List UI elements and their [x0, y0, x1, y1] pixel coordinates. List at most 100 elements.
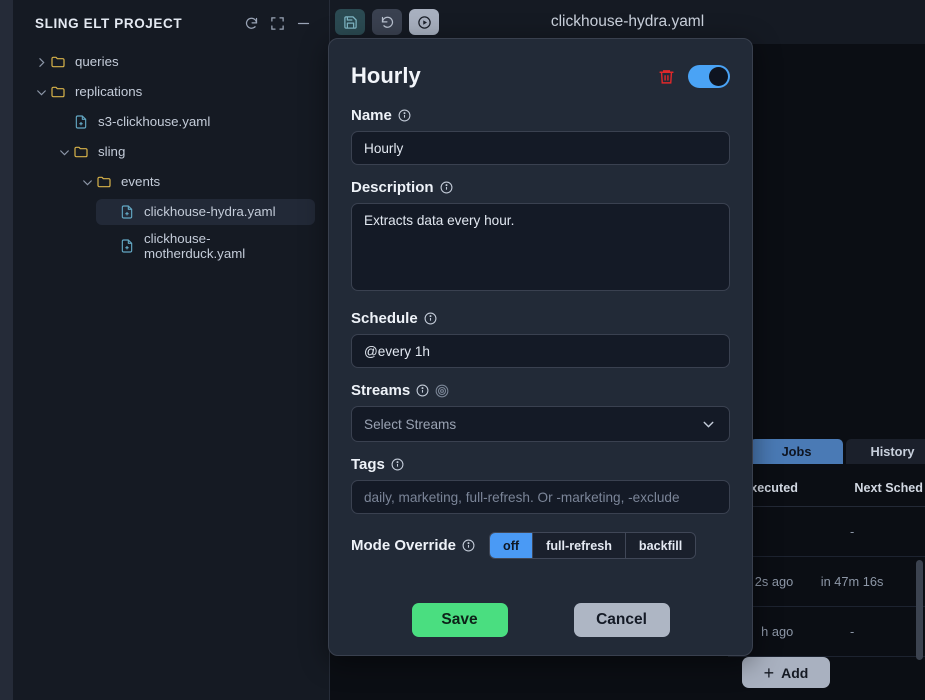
cancel-button[interactable]: Cancel [573, 603, 670, 637]
tags-label-row: Tags [351, 456, 730, 473]
description-textarea[interactable]: Extracts data every hour. [351, 203, 730, 291]
schedule-label: Schedule [351, 310, 418, 327]
tags-input[interactable] [351, 480, 730, 514]
jobs-table-body: - 2s ago in 47m 16s h ago - [728, 507, 925, 657]
folder-icon [95, 173, 113, 191]
jobs-table: Executed Next Sched - 2s ago in 47m 16s h a… [728, 469, 925, 657]
trash-icon[interactable] [658, 67, 675, 86]
cell-next-scheduled: - [849, 624, 855, 639]
description-label: Description [351, 179, 434, 196]
streams-placeholder: Select Streams [364, 416, 457, 432]
expand-icon[interactable] [270, 16, 285, 31]
table-row[interactable]: 2s ago in 47m 16s [728, 557, 925, 607]
tree-item-label: clickhouse-hydra.yaml [144, 204, 276, 220]
tab-history[interactable]: History [846, 439, 925, 464]
chevron-down-icon[interactable] [33, 84, 49, 100]
streams-select[interactable]: Select Streams [351, 406, 730, 442]
run-button[interactable] [409, 9, 439, 35]
folder-icon [72, 143, 90, 161]
tree-item-clickhouse-motherduck-yaml[interactable]: clickhouse- motherduck.yaml [96, 229, 315, 263]
dialog-header: Hourly [351, 61, 730, 89]
add-button-label: Add [781, 664, 809, 681]
info-icon[interactable] [398, 109, 411, 122]
field-tags: Tags [351, 456, 730, 514]
refresh-icon[interactable] [244, 16, 259, 31]
plus-icon: + [763, 662, 775, 683]
tree-item-label: sling [98, 144, 126, 160]
window-edge-strip [0, 0, 13, 700]
folder-icon [49, 83, 67, 101]
project-sidebar: SLING ELT PROJECT queries replications s… [13, 0, 330, 700]
mode-override-label: Mode Override [351, 537, 457, 554]
tab-jobs[interactable]: Jobs [750, 439, 843, 464]
tree-item-label: s3-clickhouse.yaml [98, 114, 211, 130]
jobs-table-header: Executed Next Sched [728, 469, 925, 507]
mode-override-label-row: Mode Override [351, 537, 475, 554]
tree-item-label: events [121, 174, 161, 190]
chevron-right-icon[interactable] [33, 54, 49, 70]
revert-button[interactable] [372, 9, 402, 35]
mode-override-segmented-control: off full-refresh backfill [489, 532, 697, 559]
tree-item-sling[interactable]: sling [50, 139, 315, 165]
chevron-down-icon [700, 416, 717, 433]
cell-next-scheduled: in 47m 16s [820, 574, 884, 589]
add-button[interactable]: + Add [742, 657, 830, 688]
name-label-row: Name [351, 107, 730, 124]
file-tree: queries replications s3-clickhouse.yaml sli… [13, 41, 329, 263]
tree-item-label: replications [75, 84, 143, 100]
description-label-row: Description [351, 179, 730, 196]
sidebar-header: SLING ELT PROJECT [13, 0, 329, 41]
mode-option-full-refresh[interactable]: full-refresh [533, 533, 626, 558]
sidebar-header-actions [244, 16, 311, 31]
enabled-toggle[interactable] [688, 64, 730, 88]
tree-item-replications[interactable]: replications [27, 79, 315, 105]
field-schedule: Schedule [351, 310, 730, 368]
dialog-header-actions [658, 64, 730, 88]
streams-label: Streams [351, 382, 411, 399]
table-row[interactable]: - [728, 507, 925, 557]
sidebar-title: SLING ELT PROJECT [35, 16, 183, 31]
name-label: Name [351, 107, 392, 124]
field-streams: Streams Select Streams [351, 382, 730, 442]
mode-option-backfill[interactable]: backfill [625, 533, 696, 558]
field-mode-override: Mode Override off full-refresh backfill [351, 532, 730, 559]
column-next-scheduled: Next Sched [854, 480, 923, 495]
collapse-icon[interactable] [296, 16, 311, 31]
info-icon[interactable] [440, 181, 453, 194]
name-input[interactable] [351, 131, 730, 165]
target-icon[interactable] [435, 384, 449, 398]
dialog-actions: Save Cancel [351, 603, 730, 637]
panel-scrollbar[interactable] [916, 560, 923, 616]
file-icon [72, 113, 90, 131]
toggle-knob [709, 66, 728, 86]
info-icon[interactable] [424, 312, 437, 325]
tree-item-label: queries [75, 54, 119, 70]
app-root: SLING ELT PROJECT queries replications s… [0, 0, 925, 700]
field-description: Description Extracts data every hour. [351, 179, 730, 296]
schedule-input[interactable] [351, 334, 730, 368]
mode-option-off[interactable]: off [490, 533, 534, 558]
info-icon[interactable] [416, 384, 429, 397]
tags-label: Tags [351, 456, 385, 473]
tree-item-queries[interactable]: queries [27, 49, 315, 75]
tree-item-label: clickhouse- motherduck.yaml [144, 230, 246, 261]
table-row[interactable]: h ago - [728, 607, 925, 657]
schedule-editor-dialog: Hourly Name Hourly Description Extracts … [328, 38, 753, 656]
field-name: Name [351, 107, 730, 165]
schedule-label-row: Schedule [351, 310, 730, 327]
chevron-down-icon[interactable] [79, 174, 95, 190]
jobs-tabs: Jobs History [750, 439, 925, 464]
info-icon[interactable] [462, 539, 475, 552]
save-file-button[interactable] [335, 9, 365, 35]
tree-item-s3-clickhouse-yaml[interactable]: s3-clickhouse.yaml [50, 109, 315, 135]
tree-item-clickhouse-hydra-yaml[interactable]: clickhouse-hydra.yaml [96, 199, 315, 225]
info-icon[interactable] [391, 458, 404, 471]
dialog-title: Hourly [351, 63, 421, 88]
chevron-down-icon[interactable] [56, 144, 72, 160]
folder-icon [49, 53, 67, 71]
toolbar-buttons [335, 9, 439, 35]
streams-label-row: Streams [351, 382, 730, 399]
cell-next-scheduled: - [849, 524, 855, 539]
save-button[interactable]: Save [411, 603, 508, 637]
tree-item-events[interactable]: events [73, 169, 315, 195]
